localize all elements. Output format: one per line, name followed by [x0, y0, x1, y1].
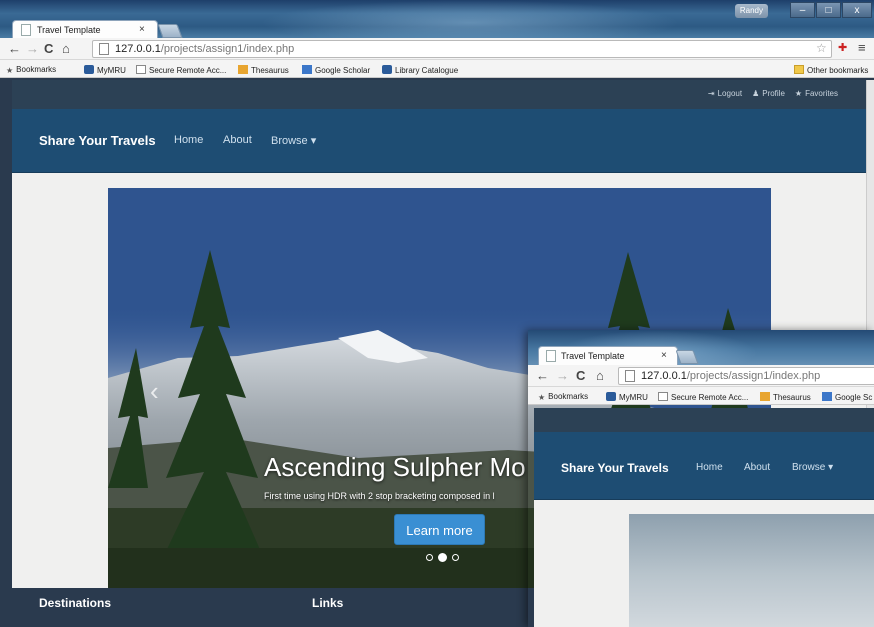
- page-icon: [99, 43, 109, 55]
- bookmarks-bar: ★ Bookmarks MyMRU Secure Remote Acc... Th…: [528, 387, 874, 405]
- footer-destinations-heading: Destinations: [39, 596, 112, 610]
- thesaurus-icon: [760, 392, 770, 401]
- star-icon: ★: [6, 66, 14, 75]
- logout-link[interactable]: ⇥ Logout: [708, 89, 742, 98]
- forward-arrow-icon[interactable]: →: [26, 41, 39, 56]
- back-arrow-icon[interactable]: ←: [8, 41, 21, 56]
- nav-browse-dropdown[interactable]: Browse ▾: [792, 462, 833, 473]
- bookmark-item[interactable]: MyMRU: [84, 65, 126, 75]
- mru-icon: [606, 392, 616, 401]
- site-navbar: Share Your Travels Home About Browse ▾: [12, 109, 866, 173]
- page-icon: [546, 350, 556, 362]
- home-icon[interactable]: ⌂: [596, 368, 604, 383]
- close-button[interactable]: x: [842, 2, 872, 18]
- forward-arrow-icon[interactable]: →: [556, 368, 569, 383]
- star-icon: ★: [538, 393, 546, 402]
- favorites-link[interactable]: ★ Favorites: [795, 89, 838, 98]
- address-bar[interactable]: 127.0.0.1/projects/assign1/index.php: [92, 40, 832, 58]
- tab-title: Travel Template: [561, 351, 625, 361]
- carousel-indicator[interactable]: [426, 554, 433, 561]
- top-strip: [534, 408, 874, 432]
- browser-toolbar: ← → C ⌂ 127.0.0.1/projects/assign1/index…: [0, 38, 874, 60]
- maximize-button[interactable]: □: [816, 2, 841, 18]
- mru-icon: [382, 65, 392, 74]
- bookmark-item[interactable]: Library Catalogue: [382, 65, 458, 75]
- user-icon: ♟: [752, 89, 760, 98]
- footer-links-heading: Links: [312, 596, 344, 610]
- profile-link[interactable]: ♟ Profile: [752, 89, 785, 98]
- bookmark-item[interactable]: Thesaurus: [760, 392, 811, 402]
- carousel-caption-subtitle: First time using HDR with 2 stop bracket…: [264, 491, 495, 501]
- scholar-icon: [302, 65, 312, 74]
- second-browser-window: Travel Template × ← → C ⌂ 127.0.0.1/proj…: [528, 330, 874, 627]
- other-bookmarks[interactable]: Other bookmarks: [794, 65, 868, 75]
- carousel-indicators: [426, 553, 459, 562]
- site-navbar: Share Your Travels Home About Browse ▾: [534, 432, 874, 500]
- home-icon[interactable]: ⌂: [62, 41, 70, 56]
- page-icon: [625, 370, 635, 382]
- logout-icon: ⇥: [707, 89, 715, 98]
- thesaurus-icon: [238, 65, 248, 74]
- url-path: /projects/assign1/index.php: [686, 370, 821, 382]
- carousel-indicator[interactable]: [452, 554, 459, 561]
- address-bar[interactable]: 127.0.0.1/projects/assign1/index.php: [618, 367, 874, 385]
- page-icon: [136, 65, 146, 74]
- menu-icon[interactable]: ≡: [858, 40, 866, 55]
- star-icon: ★: [794, 89, 803, 98]
- nav-about[interactable]: About: [744, 462, 770, 473]
- folder-icon: [794, 65, 804, 74]
- carousel-prev-arrow-icon[interactable]: ‹: [150, 376, 159, 407]
- learn-more-button[interactable]: Learn more: [394, 514, 485, 545]
- bookmark-star-icon[interactable]: ☆: [816, 41, 827, 55]
- carousel-caption-title: Ascending Sulpher Mo: [264, 452, 526, 482]
- url-host: 127.0.0.1: [641, 370, 687, 382]
- scholar-icon: [822, 392, 832, 401]
- top-strip: ⇥ Logout ♟ Profile ★ Favorites: [12, 80, 866, 109]
- nav-about[interactable]: About: [223, 134, 252, 146]
- mru-icon: [84, 65, 94, 74]
- nav-home[interactable]: Home: [696, 462, 723, 473]
- user-badge[interactable]: Randy: [734, 4, 768, 18]
- extension-icon[interactable]: ✚: [838, 41, 847, 54]
- browser-toolbar: ← → C ⌂ 127.0.0.1/projects/assign1/index…: [528, 365, 874, 387]
- site-brand[interactable]: Share Your Travels: [39, 133, 156, 148]
- bookmark-item[interactable]: Secure Remote Acc...: [658, 392, 748, 402]
- bookmarks-bar: ★ Bookmarks MyMRU Secure Remote Acc... Th…: [0, 60, 874, 78]
- nav-browse-dropdown[interactable]: Browse ▾: [271, 134, 316, 147]
- bookmark-item[interactable]: Thesaurus: [238, 65, 289, 75]
- reload-icon[interactable]: C: [576, 368, 585, 383]
- page-icon: [21, 24, 31, 36]
- nav-home[interactable]: Home: [174, 134, 203, 146]
- tab-title: Travel Template: [37, 25, 101, 35]
- back-arrow-icon[interactable]: ←: [536, 368, 549, 383]
- page-viewport: Share Your Travels Home About Browse ▾: [534, 408, 874, 627]
- page-icon: [658, 392, 668, 401]
- tab-close-icon[interactable]: ×: [139, 24, 145, 35]
- bookmark-item[interactable]: Google Scholar: [302, 65, 370, 75]
- url-host: 127.0.0.1: [115, 43, 161, 55]
- window-controls: – □ x: [790, 2, 872, 18]
- bookmark-item[interactable]: ★ Bookmarks: [538, 392, 588, 402]
- bookmark-item[interactable]: MyMRU: [606, 392, 648, 402]
- tab-travel-template[interactable]: Travel Template ×: [538, 346, 678, 365]
- account-links: ⇥ Logout ♟ Profile ★ Favorites: [708, 89, 838, 98]
- hero-carousel: [629, 514, 874, 627]
- minimize-button[interactable]: –: [790, 2, 815, 18]
- reload-icon[interactable]: C: [44, 41, 53, 56]
- tab-close-icon[interactable]: ×: [661, 350, 667, 361]
- bookmark-item[interactable]: ★ Bookmarks: [6, 65, 56, 75]
- bookmark-item[interactable]: Google Sc: [822, 392, 872, 402]
- site-brand[interactable]: Share Your Travels: [561, 461, 669, 475]
- bookmark-item[interactable]: Secure Remote Acc...: [136, 65, 226, 75]
- url-path: /projects/assign1/index.php: [160, 43, 295, 55]
- tab-travel-template[interactable]: Travel Template ×: [12, 20, 158, 39]
- carousel-indicator-active[interactable]: [438, 553, 447, 562]
